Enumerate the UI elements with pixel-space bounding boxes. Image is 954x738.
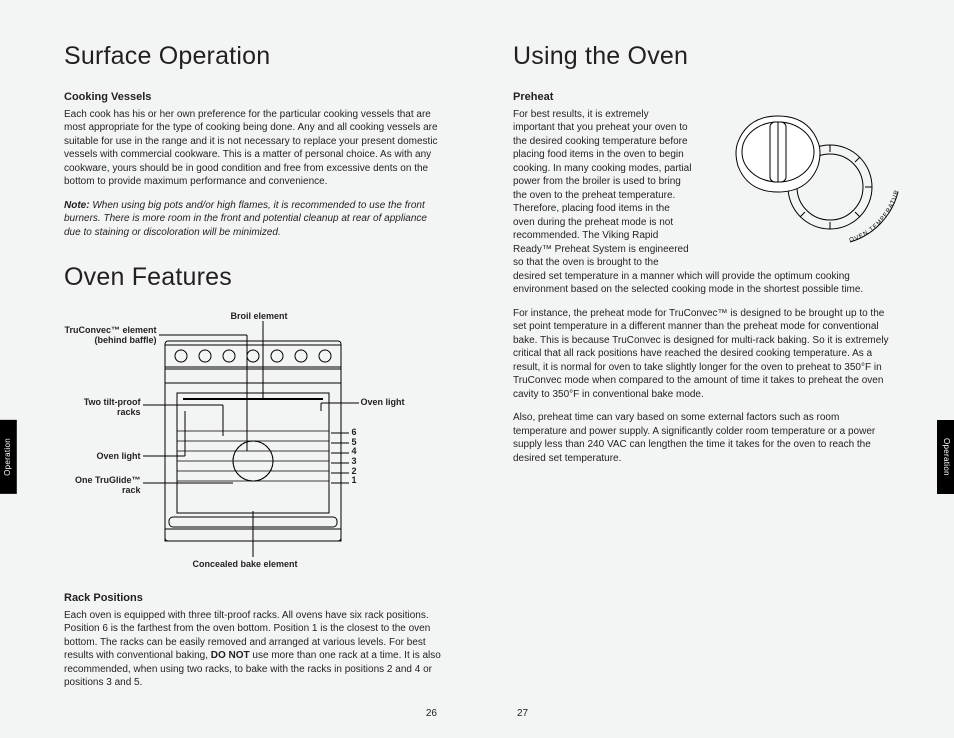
note-big-pots: Note: When using big pots and/or high fl… bbox=[64, 199, 441, 240]
page-number-left: 26 bbox=[426, 707, 437, 721]
page-spread: Surface Operation Cooking Vessels Each c… bbox=[0, 0, 954, 738]
page-number-right: 27 bbox=[517, 707, 528, 721]
knob-diagram: OVEN TEMPERATURE bbox=[700, 102, 900, 262]
oven-diagram: Broil element TruConvec™ element (behind… bbox=[73, 311, 433, 581]
paragraph-rack-positions: Each oven is equipped with three tilt-pr… bbox=[64, 609, 441, 690]
paragraph-preheat-3: Also, preheat time can vary based on som… bbox=[513, 411, 890, 465]
note-label: Note: bbox=[64, 200, 90, 211]
heading-oven-features: Oven Features bbox=[64, 261, 441, 295]
heading-using-the-oven: Using the Oven bbox=[513, 40, 890, 74]
heading-surface-operation: Surface Operation bbox=[64, 40, 441, 74]
page-right: Using the Oven Preheat bbox=[477, 0, 954, 738]
page-left: Surface Operation Cooking Vessels Each c… bbox=[0, 0, 477, 738]
paragraph-preheat-2: For instance, the preheat mode for TruCo… bbox=[513, 307, 890, 402]
subheading-cooking-vessels: Cooking Vessels bbox=[64, 90, 441, 105]
note-body: When using big pots and/or high flames, … bbox=[64, 200, 427, 238]
oven-svg bbox=[73, 311, 433, 581]
do-not-bold: DO NOT bbox=[211, 650, 250, 661]
paragraph-cooking-vessels: Each cook has his or her own preference … bbox=[64, 108, 441, 189]
subheading-rack-positions: Rack Positions bbox=[64, 591, 441, 606]
